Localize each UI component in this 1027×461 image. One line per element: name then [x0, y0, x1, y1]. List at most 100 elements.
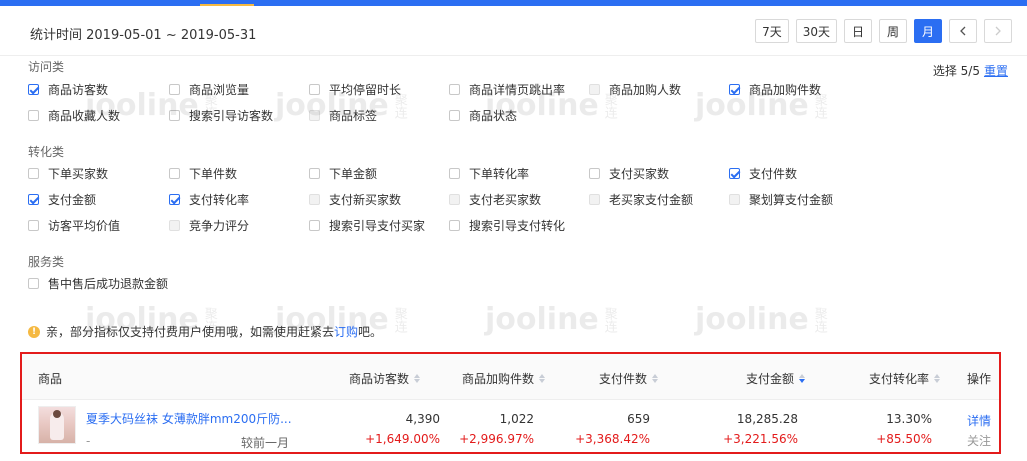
metric-option[interactable]: 访客平均价值	[28, 217, 120, 234]
metric-checkbox	[449, 194, 460, 205]
metric-checkbox[interactable]	[169, 194, 180, 205]
reset-link[interactable]: 重置	[984, 64, 1008, 78]
col-pay-amount[interactable]: 支付金额	[746, 370, 806, 387]
metric-option-label: 支付老买家数	[469, 193, 542, 207]
period-day-button[interactable]: 日	[844, 19, 872, 43]
metric-checkbox[interactable]	[589, 168, 600, 179]
metric-option[interactable]: 下单买家数	[28, 165, 108, 182]
metric-checkbox	[729, 194, 740, 205]
metric-option-label: 商品访客数	[48, 83, 109, 97]
metric-checkbox[interactable]	[28, 278, 39, 289]
metric-checkbox[interactable]	[28, 220, 39, 231]
metric-checkbox[interactable]	[449, 168, 460, 179]
metric-option[interactable]: 商品详情页跳出率	[449, 81, 565, 98]
metric-checkbox[interactable]	[449, 220, 460, 231]
product-title-link[interactable]: 夏季大码丝袜 女薄款胖mm200斤防...	[86, 410, 292, 427]
col-visitors[interactable]: 商品访客数	[349, 370, 421, 387]
metric-option[interactable]: 支付件数	[729, 165, 797, 182]
metric-option[interactable]: 售中售后成功退款金额	[28, 275, 168, 292]
metric-option-label: 支付金额	[48, 193, 97, 207]
sort-icon	[652, 374, 659, 383]
metric-option[interactable]: 支付转化率	[169, 191, 249, 208]
prev-period-button[interactable]	[949, 19, 977, 43]
group-title-convert: 转化类	[28, 145, 65, 159]
col-cart-label: 商品加购件数	[462, 372, 535, 386]
metric-option[interactable]: 搜索引导支付买家	[309, 217, 425, 234]
metric-checkbox[interactable]	[28, 110, 39, 121]
period-month-button[interactable]: 月	[914, 19, 942, 43]
col-visitors-label: 商品访客数	[349, 372, 410, 386]
metric-option[interactable]: 商品状态	[449, 107, 517, 124]
header: 统计时间 2019-05-01 ~ 2019-05-31 7天 30天 日 周 …	[0, 6, 1027, 56]
metric-checkbox[interactable]	[309, 84, 320, 95]
metric-option: 竞争力评分	[169, 217, 249, 234]
product-table: 商品 商品访客数 商品加购件数 支付件数 支付金额 支付转化率 操作 夏季大码丝…	[20, 352, 1001, 454]
col-pay-rate-label: 支付转化率	[869, 372, 930, 386]
metric-option[interactable]: 商品收藏人数	[28, 107, 120, 124]
metric-option-label: 商品加购人数	[609, 83, 682, 97]
metric-option[interactable]: 下单转化率	[449, 165, 529, 182]
period-week-button[interactable]: 周	[879, 19, 907, 43]
metric-option-label: 搜索引导支付买家	[329, 219, 426, 233]
col-pay-rate[interactable]: 支付转化率	[869, 370, 941, 387]
cart-delta: +2,996.97%	[459, 432, 534, 446]
col-pay-count[interactable]: 支付件数	[599, 370, 659, 387]
metric-checkbox[interactable]	[169, 110, 180, 121]
metric-option-label: 访客平均价值	[48, 219, 121, 233]
metric-checkbox[interactable]	[28, 168, 39, 179]
metric-option-label: 支付转化率	[189, 193, 250, 207]
pay-count-delta: +3,368.42%	[575, 432, 650, 446]
metric-option: 聚划算支付金额	[729, 191, 833, 208]
metric-checkbox[interactable]	[169, 84, 180, 95]
metric-option[interactable]: 下单件数	[169, 165, 237, 182]
product-thumbnail[interactable]	[38, 406, 76, 444]
detail-link[interactable]: 详情	[967, 412, 991, 429]
metric-option[interactable]: 商品浏览量	[169, 81, 249, 98]
stat-time-label: 统计时间 2019-05-01 ~ 2019-05-31	[30, 28, 257, 43]
metric-checkbox[interactable]	[449, 84, 460, 95]
metric-checkbox[interactable]	[449, 110, 460, 121]
metric-option[interactable]: 下单金额	[309, 165, 377, 182]
period-7d-button[interactable]: 7天	[755, 19, 789, 43]
metric-option-label: 商品详情页跳出率	[469, 83, 566, 97]
metric-option[interactable]: 支付金额	[28, 191, 96, 208]
follow-link[interactable]: 关注	[967, 432, 991, 449]
watermark: jooline 聚连	[485, 302, 617, 337]
metric-checkbox[interactable]	[28, 84, 39, 95]
period-30d-button[interactable]: 30天	[795, 19, 837, 43]
metric-option-label: 商品收藏人数	[48, 109, 121, 123]
col-cart[interactable]: 商品加购件数	[462, 370, 546, 387]
pay-amount-delta: +3,221.56%	[723, 432, 798, 446]
metric-option-label: 商品加购件数	[749, 83, 822, 97]
metric-checkbox	[589, 194, 600, 205]
metric-checkbox[interactable]	[169, 168, 180, 179]
next-period-button[interactable]	[984, 19, 1012, 43]
metric-option[interactable]: 商品访客数	[28, 81, 108, 98]
metric-option-label: 竞争力评分	[189, 219, 250, 233]
metric-checkbox[interactable]	[729, 168, 740, 179]
metric-option[interactable]: 搜索引导支付转化	[449, 217, 565, 234]
visitors-delta: +1,649.00%	[365, 432, 440, 446]
visitors-value: 4,390	[405, 412, 440, 426]
metric-option[interactable]: 商品加购件数	[729, 81, 821, 98]
metric-option: 商品标签	[309, 107, 377, 124]
col-action: 操作	[967, 370, 991, 387]
metric-option[interactable]: 搜索引导访客数	[169, 107, 273, 124]
metric-checkbox[interactable]	[309, 220, 320, 231]
metric-option-label: 下单转化率	[469, 167, 530, 181]
cart-value: 1,022	[499, 412, 534, 426]
col-product-label: 商品	[38, 372, 63, 386]
col-pay-amount-label: 支付金额	[746, 372, 795, 386]
subscribe-link[interactable]: 订购	[334, 323, 358, 340]
pay-amount-value: 18,285.28	[736, 412, 798, 426]
metric-checkbox[interactable]	[28, 194, 39, 205]
metric-option-label: 支付新买家数	[329, 193, 402, 207]
metric-option[interactable]: 平均停留时长	[309, 81, 401, 98]
metric-option[interactable]: 支付买家数	[589, 165, 669, 182]
metric-checkbox[interactable]	[729, 84, 740, 95]
metric-option-label: 支付买家数	[609, 167, 670, 181]
watermark: jooline 聚连	[695, 302, 827, 337]
pay-count-value: 659	[627, 412, 650, 426]
selection-counter: 选择 5/5 重置	[933, 62, 1008, 79]
metric-checkbox[interactable]	[309, 168, 320, 179]
